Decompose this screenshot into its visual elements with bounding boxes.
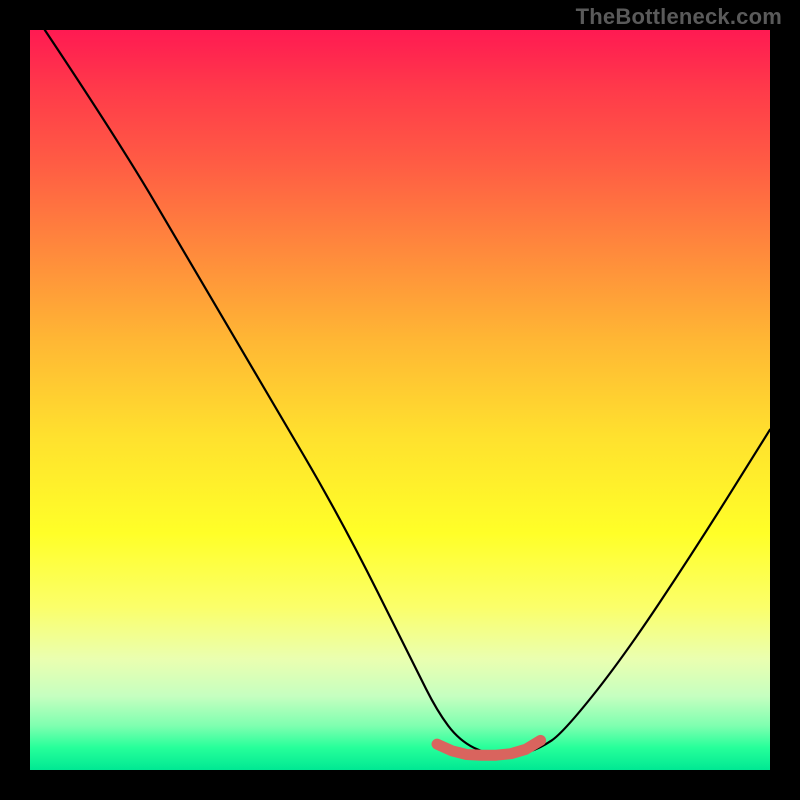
optimal-range-marker — [437, 740, 541, 755]
bottleneck-curve — [45, 30, 770, 755]
watermark-text: TheBottleneck.com — [576, 4, 782, 30]
plot-area — [30, 30, 770, 770]
curve-layer — [30, 30, 770, 770]
chart-container: TheBottleneck.com — [0, 0, 800, 800]
